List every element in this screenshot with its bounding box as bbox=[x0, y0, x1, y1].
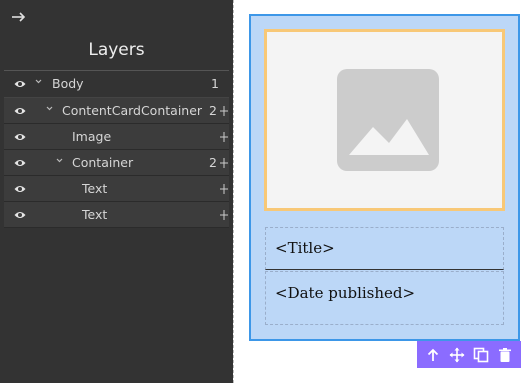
eye-icon[interactable] bbox=[14, 210, 26, 220]
eye-icon[interactable] bbox=[14, 184, 26, 194]
layer-row-image[interactable]: Image bbox=[4, 124, 229, 150]
layer-row-text[interactable]: Text bbox=[4, 202, 229, 228]
layer-row-body[interactable]: Body 1 bbox=[4, 71, 229, 98]
layer-child-count: 1 bbox=[211, 76, 219, 91]
layer-name: ContentCardContainer bbox=[62, 103, 203, 118]
date-published-text[interactable]: <Date published> bbox=[265, 271, 504, 325]
layer-list: Body 1 ContentCardContainer 2 Image Cont… bbox=[4, 70, 229, 228]
component-toolbar bbox=[417, 341, 521, 368]
image-placeholder[interactable] bbox=[264, 29, 505, 211]
title-text[interactable]: <Title> bbox=[265, 227, 504, 270]
layer-name: Image bbox=[72, 129, 112, 144]
eye-icon[interactable] bbox=[14, 106, 26, 116]
eye-icon[interactable] bbox=[14, 158, 26, 168]
arrow-right-icon[interactable] bbox=[10, 8, 28, 26]
layer-row-container[interactable]: Container 2 bbox=[4, 150, 229, 176]
arrow-up-icon[interactable] bbox=[425, 347, 441, 363]
image-placeholder-icon bbox=[337, 69, 439, 171]
chevron-down-icon[interactable] bbox=[35, 78, 42, 85]
layer-name: Text bbox=[82, 207, 108, 222]
layer-name: Text bbox=[82, 181, 108, 196]
drag-handle-icon[interactable] bbox=[220, 158, 228, 168]
drag-handle-icon[interactable] bbox=[220, 106, 228, 116]
trash-icon[interactable] bbox=[497, 347, 513, 363]
layer-row-text[interactable]: Text bbox=[4, 176, 229, 202]
panel-title: Layers bbox=[88, 40, 145, 60]
copy-icon[interactable] bbox=[473, 347, 489, 363]
chevron-down-icon[interactable] bbox=[56, 157, 63, 164]
eye-icon[interactable] bbox=[14, 132, 26, 142]
drag-handle-icon[interactable] bbox=[220, 210, 228, 220]
chevron-down-icon[interactable] bbox=[46, 105, 53, 112]
layer-name: Container bbox=[72, 155, 134, 170]
drag-handle-icon[interactable] bbox=[220, 184, 228, 194]
layer-child-count: 2 bbox=[209, 155, 217, 170]
eye-icon[interactable] bbox=[14, 79, 26, 89]
layer-name: Body bbox=[52, 76, 84, 91]
layer-child-count: 2 bbox=[209, 103, 217, 118]
layer-row-content-card-container[interactable]: ContentCardContainer 2 bbox=[4, 98, 229, 124]
move-icon[interactable] bbox=[449, 347, 465, 363]
layer-manager-panel: Layers Body 1 ContentCardContainer 2 Ima… bbox=[0, 0, 233, 383]
drag-handle-icon[interactable] bbox=[220, 132, 228, 142]
